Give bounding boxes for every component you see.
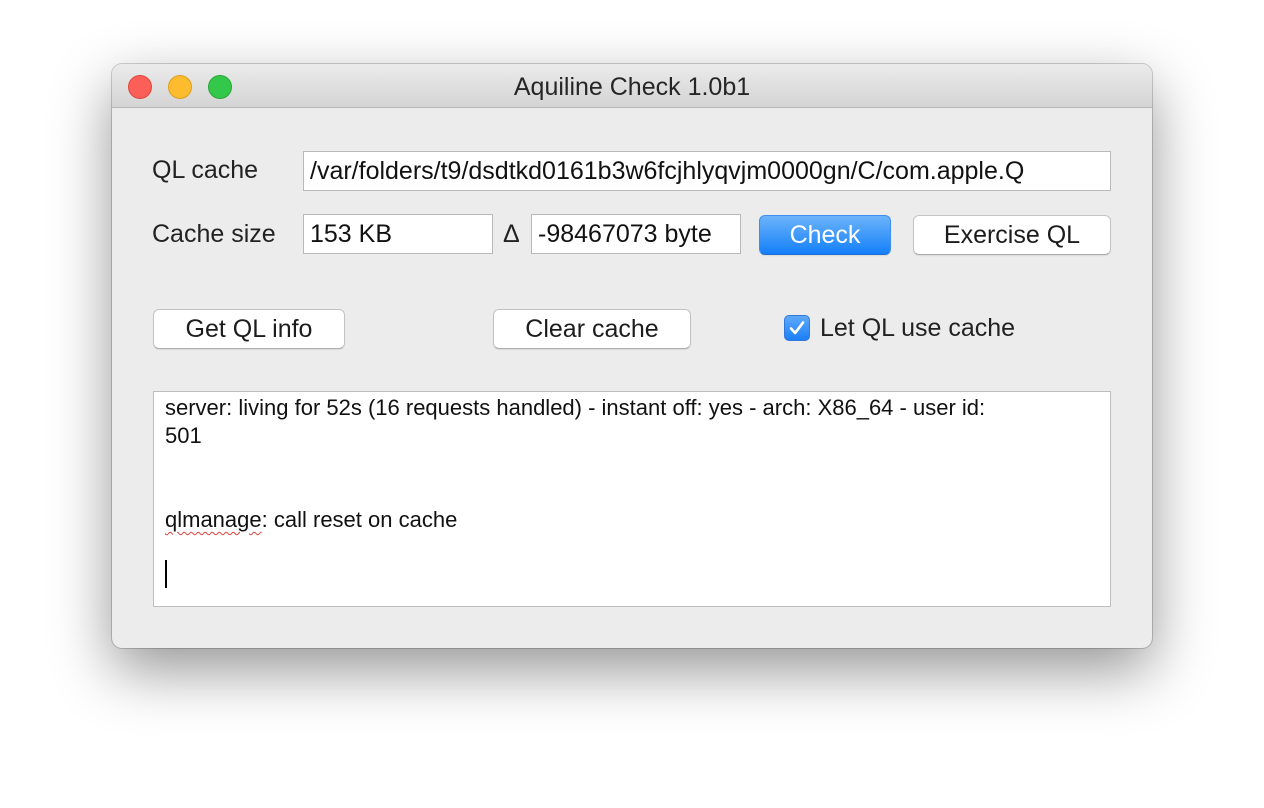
clear-cache-button[interactable]: Clear cache: [493, 309, 691, 349]
window-title: Aquiline Check 1.0b1: [513, 73, 751, 101]
output-log-textarea[interactable]: server: living for 52s (16 requests hand…: [153, 391, 1111, 607]
exercise-ql-button[interactable]: Exercise QL: [913, 215, 1111, 255]
delta-label: Δ: [503, 220, 520, 248]
check-button[interactable]: Check: [759, 215, 891, 255]
text-cursor: [165, 560, 167, 588]
use-cache-checkbox[interactable]: [784, 315, 810, 341]
cache-size-label: Cache size: [152, 220, 276, 248]
title-bar[interactable]: Aquiline Check 1.0b1: [112, 64, 1152, 108]
misspelled-word: qlmanage: [165, 507, 262, 532]
cache-size-field[interactable]: 153 KB: [303, 214, 493, 254]
get-ql-info-button[interactable]: Get QL info: [153, 309, 345, 349]
use-cache-label[interactable]: Let QL use cache: [820, 314, 1015, 343]
ql-cache-path-field[interactable]: /var/folders/t9/dsdtkd0161b3w6fcjhlyqvjm…: [303, 151, 1111, 191]
log-line: 501: [165, 423, 202, 448]
app-window: Aquiline Check 1.0b1 QL cache /var/folde…: [112, 64, 1152, 648]
log-line: qlmanage: call reset on cache: [165, 507, 457, 533]
checkmark-icon: [789, 321, 805, 335]
ql-cache-label: QL cache: [152, 156, 259, 184]
log-line: server: living for 52s (16 requests hand…: [165, 395, 986, 420]
delta-bytes-field[interactable]: -98467073 byte: [531, 214, 741, 254]
log-line-text: : call reset on cache: [261, 507, 458, 532]
